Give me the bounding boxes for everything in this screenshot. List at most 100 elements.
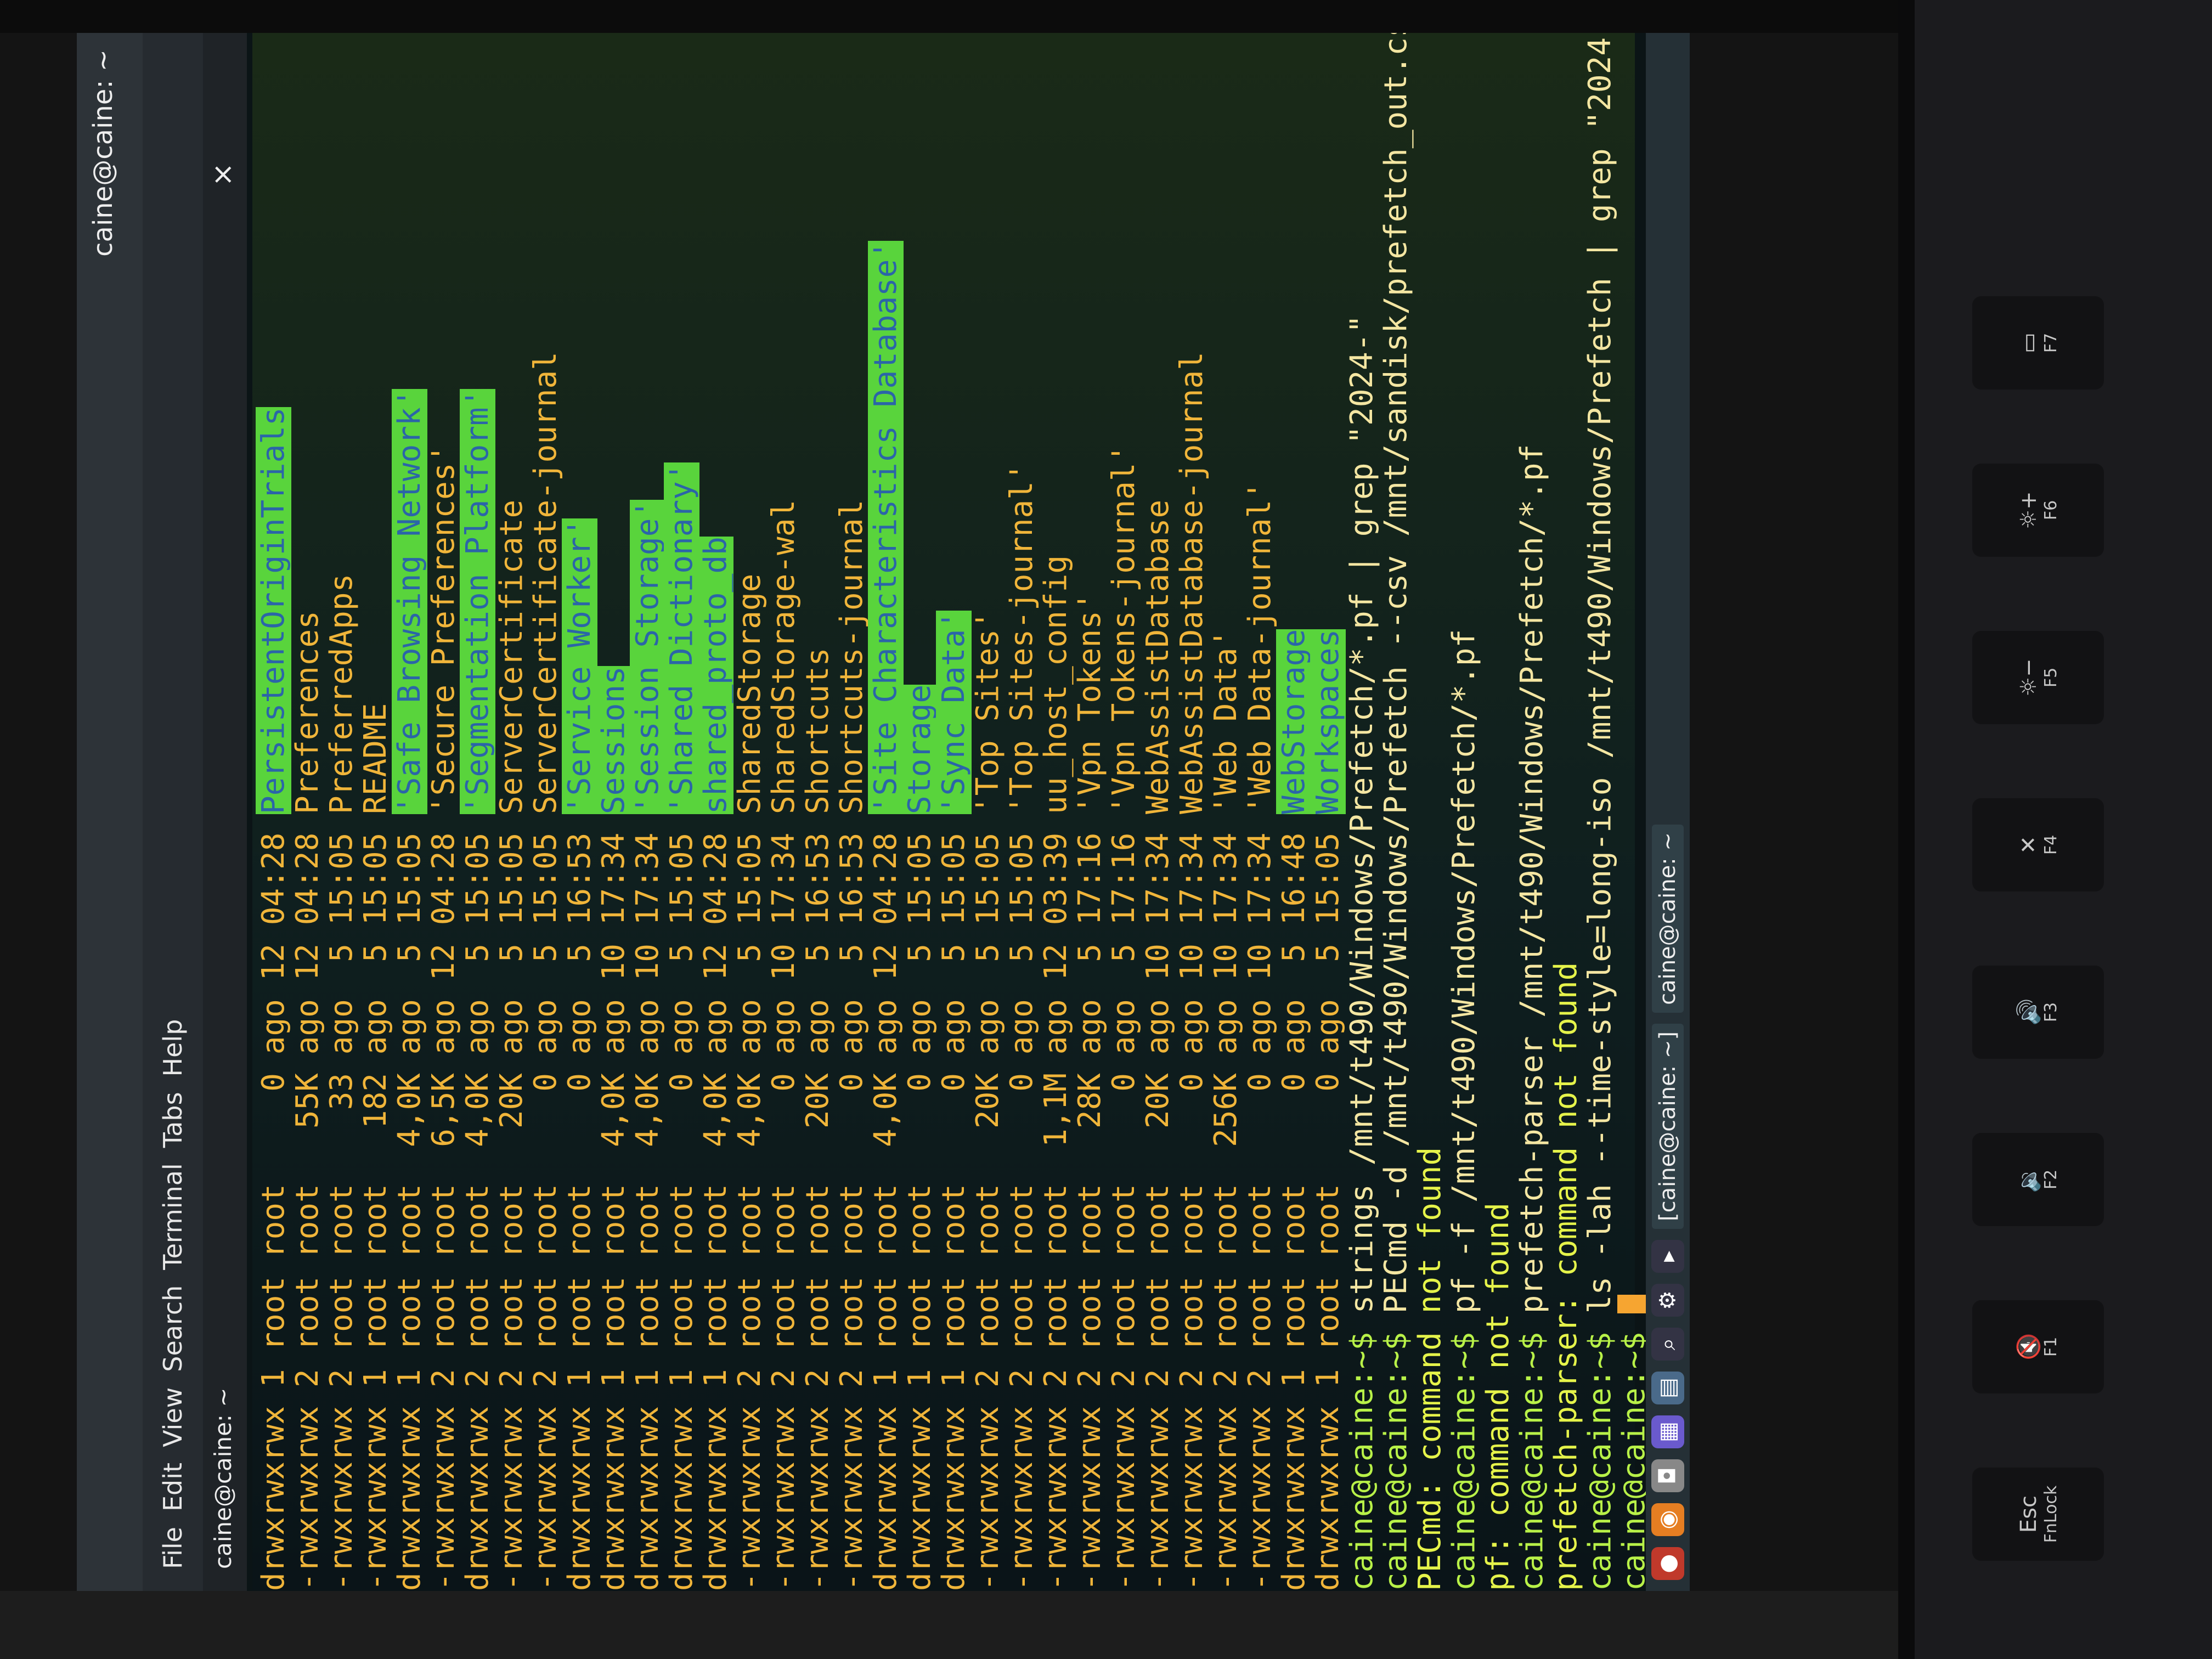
listing-meta: drwxrwxrwx 1 root root 0 ago 5 15:05 drw… (1310, 814, 1346, 1591)
menu-search[interactable]: Search (158, 1285, 188, 1372)
monitor-bezel-bottom (0, 1591, 2212, 1659)
key-legend: ▭ (2016, 332, 2041, 353)
window-title: caine@caine: ~ (88, 49, 119, 257)
command-line: caine@caine:~$ strings /mnt/t490/Windows… (1344, 315, 1380, 1591)
listing-meta: drwxrwxrwx 1 root root 0 ago 5 16:53 drw… (562, 814, 597, 1591)
listing-meta: -rwxrwxrwx 2 root root 20K ago 5 15:05 -… (970, 814, 1006, 1591)
window-title-bar: caine@caine: ~ (77, 33, 143, 1591)
close-icon[interactable]: × (206, 162, 239, 187)
listing-meta: drwxrwxrwx 2 root root 4,0K ago 5 15:05 … (460, 814, 495, 1591)
listing-filename: Preferences (290, 611, 325, 814)
listing-row: -rwxrwxrwx 2 root root 0 ago 10 17:34 -r… (766, 499, 802, 1591)
laptop-keyboard: Esc FnLock 🔇 F1 🔉 F2 🔊 F3 ✕ F4 ☼− F5 ☼+ F6 ▭ F7 (1898, 0, 2212, 1659)
settings-icon[interactable]: ⚙ (1651, 1284, 1684, 1317)
listing-meta: drwxrwxrwx 1 root root 0 ago 12 04:28 dr… (256, 814, 291, 1591)
taskbar-item-terminal-2[interactable]: caine@caine: ~ (1652, 825, 1684, 1013)
listing-filename: 'Web Data-journal' (1242, 481, 1278, 814)
listing-row: drwxrwxrwx 1 root root 4,0K ago 5 15:05 … (392, 388, 427, 1591)
text-cursor (1617, 1295, 1648, 1314)
terminal-icon[interactable]: ▸ (1651, 1240, 1684, 1273)
listing-row: -rwxrwxrwx 2 root root 0 ago 5 16:53 -rw… (834, 500, 870, 1591)
key-f1: 🔇 F1 (1972, 1300, 2104, 1393)
command-text: prefetch-parser /mnt/t490/Windows/Prefet… (1514, 444, 1550, 1332)
listing-filename: WebStorage (1276, 629, 1312, 814)
menu-tabs[interactable]: Tabs (158, 1092, 188, 1148)
listing-row: -rwxrwxrwx 2 root root 256K ago 10 17:34… (1208, 629, 1244, 1591)
listing-filename: WebAssistDatabase-journal (1174, 352, 1210, 814)
listing-row: -rwxrwxrwx 2 root root 0 ago 5 15:05 -rw… (1004, 462, 1040, 1591)
listing-row: drwxrwxrwx 1 root root 4,0K ago 10 17:34… (630, 499, 665, 1591)
listing-row: drwxrwxrwx 1 root root 4,0K ago 10 17:34… (596, 666, 631, 1591)
files-icon[interactable]: ▤ (1651, 1372, 1684, 1404)
listing-meta: -rwxrwxrwx 2 root root 0 ago 5 17:16 -rw… (1106, 814, 1142, 1591)
listing-row: -rwxrwxrwx 2 root root 28K ago 5 17:16 -… (1072, 592, 1108, 1591)
key-f3: 🔊 F3 (1972, 966, 2104, 1059)
key-f2: 🔉 F2 (1972, 1133, 2104, 1226)
command-text: ls -lah --time-style=long-iso /mnt/t490/… (1582, 33, 1618, 1332)
menu-file[interactable]: File (158, 1527, 188, 1569)
menu-view[interactable]: View (158, 1387, 188, 1447)
listing-filename: 'Sync Data' (936, 611, 972, 814)
terminal-screen: caine@caine: ~ File Edit View Search Termina… (77, 33, 1690, 1591)
menu-terminal[interactable]: Terminal (158, 1163, 188, 1269)
listing-row: drwxrwxrwx 1 root root 0 ago 5 15:05 drw… (902, 684, 938, 1591)
listing-meta: drwxrwxrwx 1 root root 0 ago 5 15:05 drw… (664, 814, 699, 1591)
command-line: caine@caine:~$ PECmd -d /mnt/t490/Window… (1378, 33, 1414, 1591)
key-legend-secondary: F3 (2041, 1002, 2061, 1023)
listing-filename: README (358, 703, 393, 814)
key-legend-secondary: F1 (2041, 1336, 2061, 1357)
menu-help[interactable]: Help (158, 1019, 188, 1077)
firefox-icon[interactable]: ◉ (1651, 1503, 1684, 1536)
listing-filename: Sessions (596, 666, 631, 814)
key-legend: 🔉 (2016, 1166, 2041, 1193)
key-legend-secondary: F6 (2041, 500, 2061, 521)
listing-row: -rwxrwxrwx 2 root root 0 ago 5 15:05 -rw… (528, 352, 563, 1591)
listing-filename: Shortcuts (800, 647, 836, 814)
listing-row: -rwxrwxrwx 2 root root 55K ago 12 04:28 … (290, 611, 325, 1591)
listing-row: drwxrwxrwx 1 root root 0 ago 5 15:05 drw… (664, 462, 699, 1591)
listing-row: drwxrwxrwx 1 root root 4,0K ago 12 04:28… (698, 537, 733, 1591)
listing-meta: -rwxrwxrwx 2 root root 0 ago 10 17:34 -r… (1174, 814, 1210, 1591)
key-f6: ☼+ F6 (1972, 464, 2104, 557)
listing-row: -rwxrwxrwx 2 root root 6,5K ago 12 04:28… (426, 444, 461, 1591)
listing-row: drwxrwxrwx 1 root root 0 ago 5 16:48 drw… (1276, 629, 1312, 1591)
listing-meta: -rwxrwxrwx 2 root root 0 ago 5 15:05 -rw… (1004, 814, 1040, 1591)
listing-filename: Workspaces (1310, 629, 1346, 814)
key-f5: ☼− F5 (1972, 631, 2104, 724)
listing-meta: -rwxrwxrwx 2 root root 0 ago 5 15:05 -rw… (528, 814, 563, 1591)
listing-filename: ServerCertificate (494, 499, 529, 814)
taskbar-item-terminal-1[interactable]: [caine@caine: ~] (1652, 1023, 1684, 1229)
listing-filename: SharedStorage (732, 573, 768, 814)
listing-filename: SharedStorage-wal (766, 499, 802, 814)
key-f7: ▭ F7 (1972, 296, 2104, 390)
listing-meta: drwxrwxrwx 1 root root 0 ago 5 15:05 drw… (936, 814, 972, 1591)
shell-prompt: caine@caine:~$ (1582, 1331, 1618, 1591)
listing-meta: -rwxrwxrwx 2 root root 6,5K ago 12 04:28… (426, 814, 461, 1591)
command-text: pf -f /mnt/t490/Windows/Prefetch/*.pf (1446, 629, 1482, 1332)
image-viewer-icon[interactable]: ▦ (1651, 1415, 1684, 1448)
listing-meta: drwxrwxrwx 1 root root 4,0K ago 12 04:28… (698, 814, 733, 1591)
listing-meta: -rwxrwxrwx 2 root root 4,0K ago 5 15:05 … (732, 814, 768, 1591)
key-legend: 🔇 (2016, 1333, 2041, 1361)
search-icon[interactable]: ⌕ (1651, 1328, 1684, 1361)
menu-edit[interactable]: Edit (158, 1463, 188, 1511)
listing-row: -rwxrwxrwx 2 root root 0 ago 10 17:34 -r… (1242, 481, 1278, 1591)
terminal-output[interactable]: drwxrwxrwx 1 root root 0 ago 12 04:28 dr… (252, 33, 1652, 1591)
app-menu-icon[interactable]: ● (1651, 1547, 1684, 1580)
error-line: prefetch-parser: command not found (1548, 962, 1584, 1591)
listing-row: -rwxrwxrwx 2 root root 0 ago 10 17:34 -r… (1174, 352, 1210, 1591)
listing-filename: 'Top Sites' (970, 611, 1006, 814)
key-legend-secondary: F5 (2041, 667, 2061, 688)
listing-row: -rwxrwxrwx 1 root root 182 ago 5 15:05 -… (358, 703, 393, 1591)
listing-filename: 'Shared Dictionary' (664, 462, 699, 814)
listing-filename: 'Site Characteristics Database' (868, 240, 904, 814)
listing-meta: drwxrwxrwx 1 root root 4,0K ago 10 17:34… (596, 814, 631, 1591)
camera-icon[interactable]: ◘ (1651, 1459, 1684, 1492)
listing-meta: -rwxrwxrwx 2 root root 0 ago 10 17:34 -r… (1242, 814, 1278, 1591)
listing-filename: PersistentOriginTrials (256, 407, 291, 814)
tab-title[interactable]: caine@caine: ~ (210, 1387, 236, 1569)
taskbar: ● ◉ ◘ ▦ ▤ ⌕ ⚙ ▸ [caine@caine: ~] caine@c… (1646, 33, 1690, 1591)
listing-row: drwxrwxrwx 1 root root 0 ago 12 04:28 dr… (256, 407, 291, 1591)
key-legend: ✕ (2016, 836, 2041, 854)
monitor-bezel-top (0, 0, 2212, 33)
